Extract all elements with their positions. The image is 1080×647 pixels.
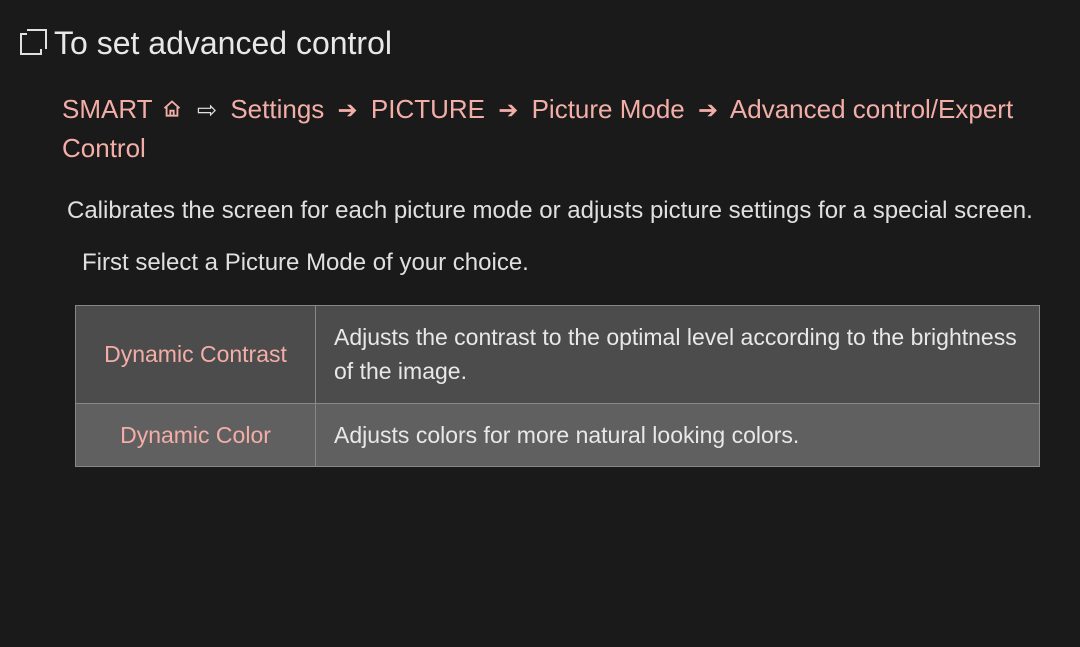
breadcrumb: SMART ⇨ Settings ➔ PICTURE ➔ Picture Mod… [20, 90, 1060, 168]
table-row: Dynamic Color Adjusts colors for more na… [76, 403, 1040, 467]
breadcrumb-smart: SMART [62, 94, 153, 124]
paragraph: Calibrates the screen for each picture m… [62, 192, 1060, 230]
section-box-icon [20, 33, 42, 55]
home-icon [162, 101, 182, 119]
table-row: Dynamic Contrast Adjusts the contrast to… [76, 305, 1040, 403]
arrow-right-icon: ➔ [498, 97, 518, 124]
arrow-right-icon: ➔ [338, 97, 358, 124]
arrow-right-icon: ➔ [698, 97, 718, 124]
breadcrumb-item: Picture Mode [532, 94, 685, 124]
breadcrumb-item: PICTURE [371, 94, 485, 124]
breadcrumb-item: Settings [230, 94, 324, 124]
row-label: Dynamic Color [76, 403, 316, 467]
row-label: Dynamic Contrast [76, 305, 316, 403]
body-text: Calibrates the screen for each picture m… [20, 192, 1060, 283]
arrow-right-hollow-icon: ⇨ [197, 97, 217, 124]
title-row: To set advanced control [20, 25, 1060, 62]
settings-table: Dynamic Contrast Adjusts the contrast to… [75, 305, 1040, 468]
row-desc: Adjusts colors for more natural looking … [316, 403, 1040, 467]
row-desc: Adjusts the contrast to the optimal leve… [316, 305, 1040, 403]
page-title: To set advanced control [54, 25, 392, 62]
paragraph: First select a Picture Mode of your choi… [62, 244, 1060, 282]
